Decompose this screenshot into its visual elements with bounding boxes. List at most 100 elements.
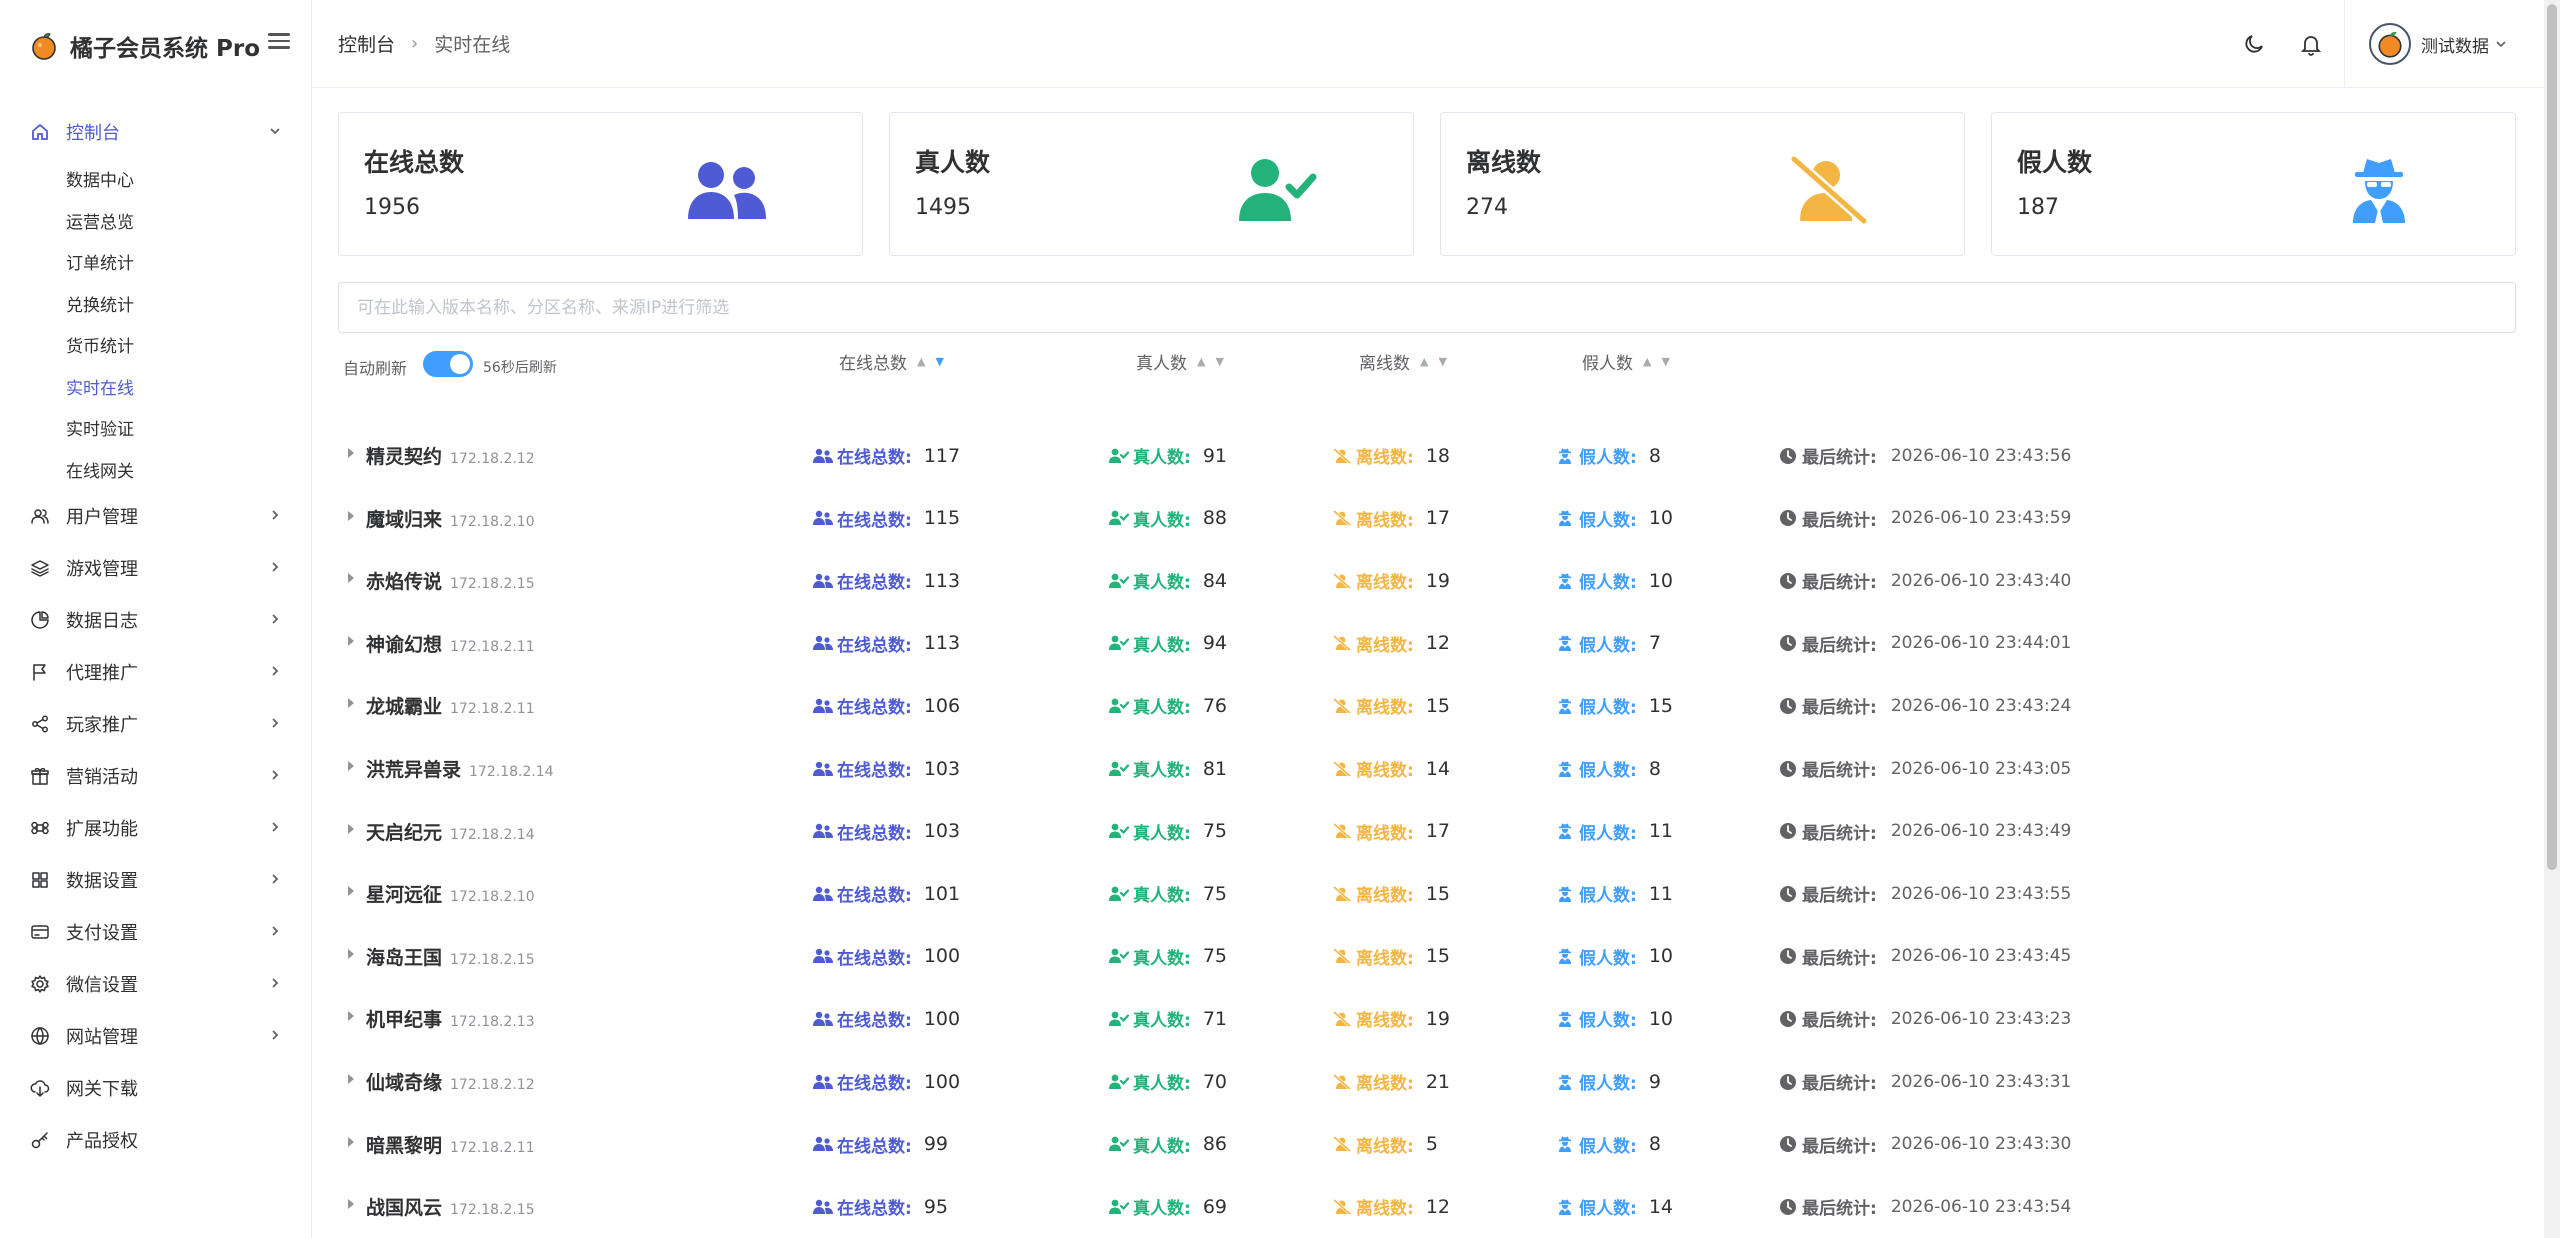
sidebar-item-3[interactable]: 代理推广 — [0, 646, 312, 698]
breadcrumb-current: 实时在线 — [434, 34, 511, 56]
table-row[interactable]: 海岛王国 172.18.2.15 在线总数: 100 真人数: 75 离线数: 15 假人数: 1… — [338, 924, 2516, 987]
expand-caret-icon[interactable] — [348, 448, 354, 458]
home-icon — [30, 122, 50, 142]
users-icon — [812, 822, 834, 840]
sidebar-item-2[interactable]: 数据日志 — [0, 594, 312, 646]
expand-caret-icon[interactable] — [348, 635, 354, 646]
sidebar-item-7[interactable]: 数据设置 — [0, 854, 312, 906]
table-row[interactable]: 星河远征 172.18.2.10 在线总数: 101 真人数: 75 离线数: 15 假人数: 1… — [338, 861, 2516, 924]
expand-caret-icon[interactable] — [348, 573, 354, 584]
sort-asc-icon[interactable]: ▲ — [1197, 356, 1205, 367]
search-input[interactable] — [338, 282, 2516, 333]
expand-caret-icon[interactable] — [348, 1011, 354, 1022]
expand-caret-icon[interactable] — [348, 1074, 354, 1084]
sort-real[interactable]: 真人数 ▲ ▼ — [1136, 349, 1224, 374]
sidebar-item-6[interactable]: 扩展功能 — [0, 802, 312, 854]
fake-stat: 假人数: 11 — [1554, 819, 1673, 844]
sort-desc-icon[interactable]: ▼ — [1661, 356, 1669, 367]
expand-caret-icon[interactable] — [348, 886, 354, 897]
table-row[interactable]: 精灵契约 172.18.2.12 在线总数: 117 真人数: 91 离线数: 18 假人数: 8… — [338, 423, 2516, 486]
expand-caret-icon[interactable] — [348, 510, 354, 521]
sidebar-item-8[interactable]: 支付设置 — [0, 906, 312, 958]
user-menu[interactable]: 测试数据 — [2344, 0, 2532, 88]
sidebar-item-4[interactable]: 玩家推广 — [0, 698, 312, 750]
avatar[interactable] — [2369, 23, 2411, 65]
table-row[interactable]: 神谕幻想 172.18.2.11 在线总数: 113 真人数: 94 离线数: 12 假人数: 7… — [338, 611, 2516, 674]
table-row[interactable]: 机甲纪事 172.18.2.13 在线总数: 100 真人数: 71 离线数: 19 假人数: 1… — [338, 986, 2516, 1049]
online-total-stat: 在线总数: 103 — [812, 819, 960, 844]
fake-stat: 假人数: 14 — [1554, 1194, 1673, 1219]
sidebar-subitem[interactable]: 实时验证 — [0, 407, 312, 449]
table-row[interactable]: 赤焰传说 172.18.2.15 在线总数: 113 真人数: 84 离线数: 19 假人数: 1… — [338, 548, 2516, 611]
page-scrollbar[interactable] — [2544, 0, 2560, 1238]
auto-refresh-label: 自动刷新 — [343, 359, 408, 378]
sort-desc-icon[interactable]: ▼ — [1215, 356, 1223, 367]
sort-desc-icon[interactable]: ▼ — [1438, 356, 1446, 367]
auto-refresh-toggle[interactable] — [423, 351, 473, 377]
moon-icon[interactable] — [2242, 32, 2266, 56]
sidebar-item-11[interactable]: 网关下载 — [0, 1062, 312, 1114]
sidebar-item-0[interactable]: 用户管理 — [0, 490, 312, 542]
sidebar-subitem[interactable]: 运营总览 — [0, 200, 312, 242]
sidebar-item-5[interactable]: 营销活动 — [0, 750, 312, 802]
last-stat-time: 最后统计: 2026-06-10 23:44:01 — [1777, 631, 2071, 656]
card-title: 在线总数 — [364, 148, 465, 177]
table-row[interactable]: 战国风云 172.18.2.15 在线总数: 95 真人数: 69 离线数: 12 假人数: 14… — [338, 1174, 2516, 1237]
last-stat-time: 最后统计: 2026-06-10 23:43:31 — [1777, 1069, 2071, 1094]
sort-online-total[interactable]: 在线总数 ▲ ▼ — [839, 349, 944, 374]
globe-icon — [30, 1026, 50, 1046]
real-stat: 真人数: 76 — [1108, 693, 1227, 718]
table-row[interactable]: 洪荒异兽录 172.18.2.14 在线总数: 103 真人数: 81 离线数: 14 假人数:… — [338, 736, 2516, 799]
sort-asc-icon[interactable]: ▲ — [1643, 356, 1651, 367]
sidebar-subitem[interactable]: 实时在线 — [0, 366, 312, 408]
sidebar-subitem[interactable]: 在线网关 — [0, 449, 312, 491]
app-title: 橘子会员系统 Pro — [70, 36, 261, 62]
sidebar-subitem[interactable]: 订单统计 — [0, 241, 312, 283]
online-total-stat: 在线总数: 100 — [812, 1069, 960, 1094]
expand-caret-icon[interactable] — [348, 761, 354, 771]
menu-toggle-icon[interactable] — [268, 30, 290, 52]
expand-caret-icon[interactable] — [348, 948, 354, 959]
sidebar-item-9[interactable]: 微信设置 — [0, 958, 312, 1010]
sort-fake[interactable]: 假人数 ▲ ▼ — [1582, 349, 1670, 374]
app-logo[interactable]: 橘子会员系统 Pro — [30, 28, 260, 64]
online-total-stat: 在线总数: 100 — [812, 944, 960, 969]
sidebar-item-1[interactable]: 游戏管理 — [0, 542, 312, 594]
expand-caret-icon[interactable] — [348, 698, 354, 709]
card-value: 1495 — [915, 195, 971, 220]
user-name[interactable]: 测试数据 — [2421, 32, 2489, 57]
online-total-stat: 在线总数: 113 — [812, 568, 960, 593]
server-ip: 172.18.2.11 — [450, 1139, 535, 1156]
sidebar-item-label: 产品授权 — [66, 1131, 138, 1152]
expand-caret-icon[interactable] — [348, 823, 354, 834]
sidebar-item-label: 营销活动 — [66, 767, 138, 788]
scrollbar-thumb[interactable] — [2547, 4, 2557, 870]
table-row[interactable]: 龙城霸业 172.18.2.11 在线总数: 106 真人数: 76 离线数: 15 假人数: 1… — [338, 673, 2516, 736]
table-row[interactable]: 魔域归来 172.18.2.10 在线总数: 115 真人数: 88 离线数: 17 假人数: 1… — [338, 486, 2516, 549]
user-check-icon — [1108, 1135, 1130, 1153]
sidebar-item-12[interactable]: 产品授权 — [0, 1114, 312, 1166]
sidebar-subitem[interactable]: 货币统计 — [0, 324, 312, 366]
table-row[interactable]: 暗黑黎明 172.18.2.11 在线总数: 99 真人数: 86 离线数: 5 假人数: 8 最后… — [338, 1112, 2516, 1175]
share-icon — [30, 714, 50, 734]
sidebar-item-10[interactable]: 网站管理 — [0, 1010, 312, 1062]
sort-asc-icon[interactable]: ▲ — [917, 356, 925, 367]
sort-desc-icon[interactable]: ▼ — [935, 356, 943, 367]
table-row[interactable]: 仙域奇缘 172.18.2.12 在线总数: 100 真人数: 70 离线数: 21 假人数: 9… — [338, 1049, 2516, 1112]
sort-asc-icon[interactable]: ▲ — [1420, 356, 1428, 367]
expand-caret-icon[interactable] — [348, 1199, 354, 1210]
user-secret-icon — [1554, 760, 1576, 778]
breadcrumb-dashboard[interactable]: 控制台 — [338, 30, 395, 57]
sidebar-item-dashboard[interactable]: 控制台 — [0, 106, 312, 158]
sidebar-subitem[interactable]: 数据中心 — [0, 158, 312, 200]
sidebar-subitem[interactable]: 兑换统计 — [0, 283, 312, 325]
sort-offline[interactable]: 离线数 ▲ ▼ — [1359, 349, 1447, 374]
server-ip: 172.18.2.15 — [450, 951, 535, 968]
table-row[interactable]: 天启纪元 172.18.2.14 在线总数: 103 真人数: 75 离线数: 17 假人数: 1… — [338, 799, 2516, 862]
user-secret-icon — [1554, 572, 1576, 590]
bell-icon[interactable] — [2299, 32, 2323, 56]
user-secret-icon — [1554, 634, 1576, 652]
user-slash-icon — [1331, 885, 1353, 903]
expand-caret-icon[interactable] — [348, 1136, 354, 1147]
server-name: 仙域奇缘 172.18.2.12 — [366, 1072, 535, 1094]
